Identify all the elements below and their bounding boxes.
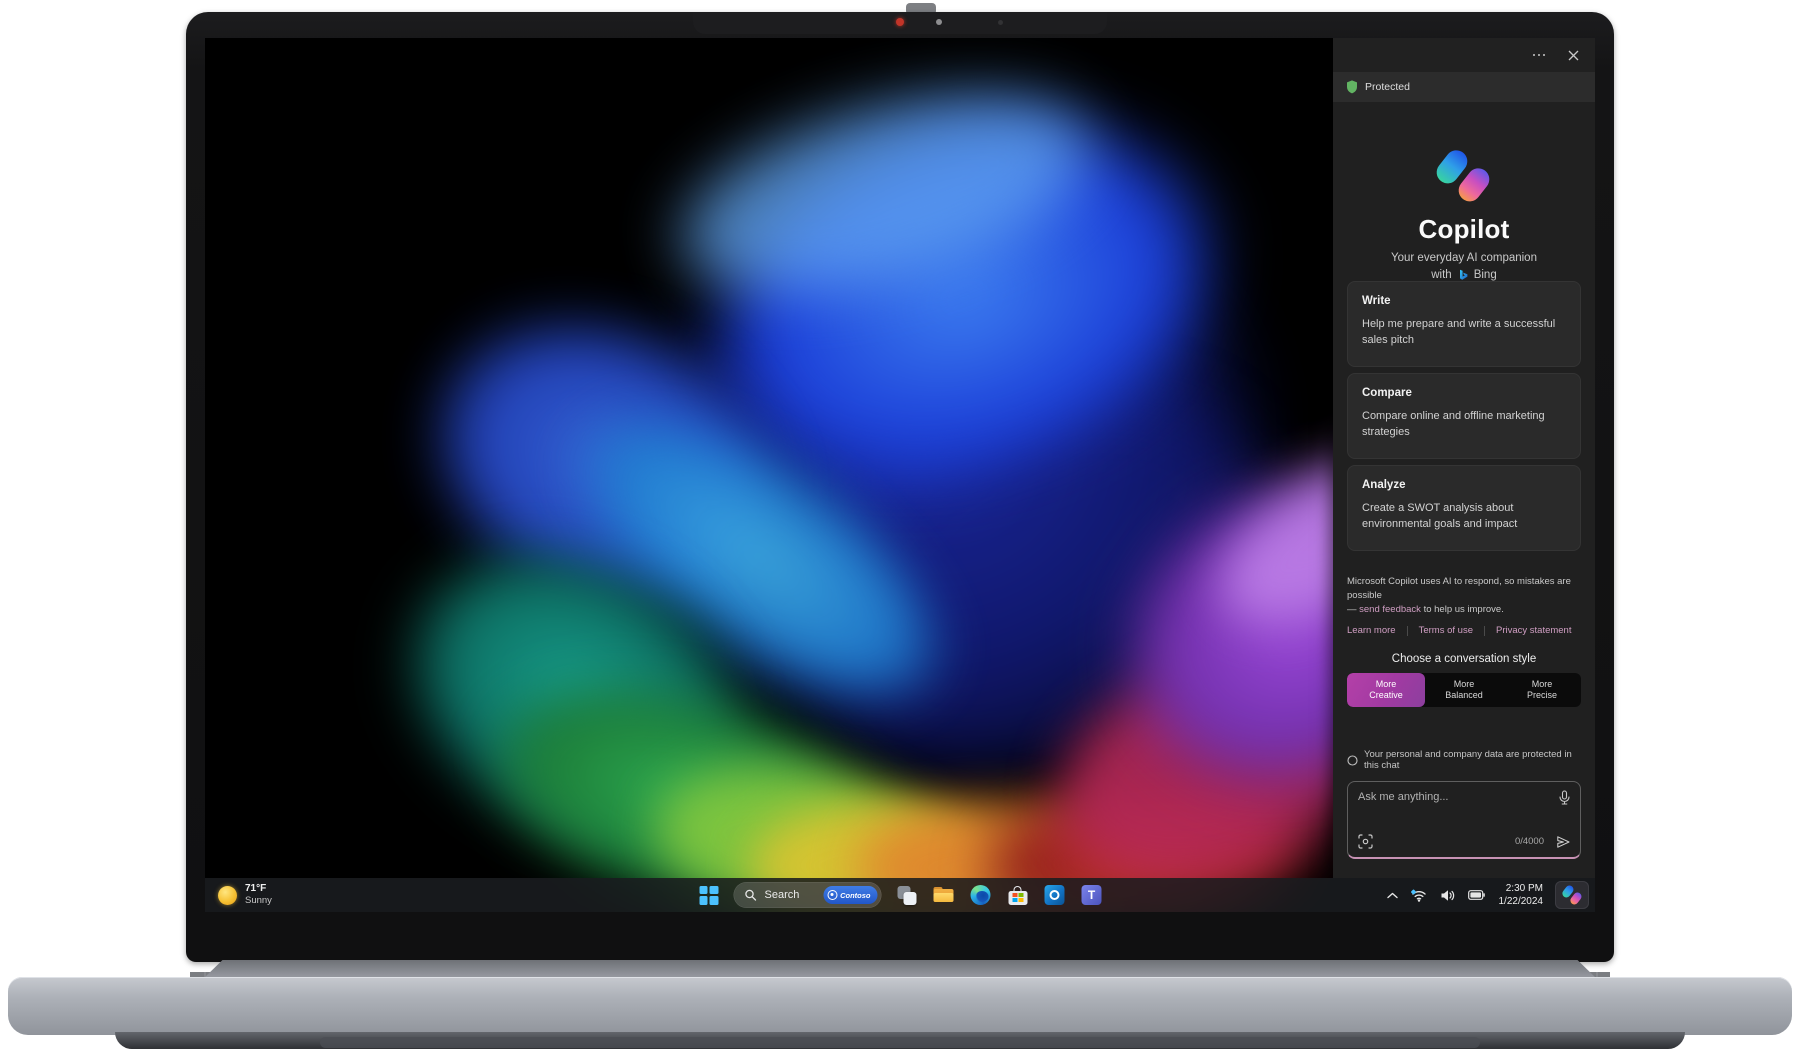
protected-banner: Protected xyxy=(1333,72,1595,102)
conversation-style-toggle: MoreCreative MoreBalanced MorePrecise xyxy=(1347,673,1581,707)
microsoft-store-button[interactable] xyxy=(1006,882,1030,908)
file-explorer-button[interactable] xyxy=(932,882,956,908)
weather-temperature: 71°F xyxy=(245,883,272,895)
copilot-tray-button[interactable] xyxy=(1555,881,1589,909)
learn-more-link[interactable]: Learn more xyxy=(1347,625,1396,636)
data-protection-note: Your personal and company data are prote… xyxy=(1347,749,1581,771)
contoso-logo-icon xyxy=(827,890,837,900)
tray-date: 1/22/2024 xyxy=(1499,895,1544,908)
terms-of-use-link[interactable]: Terms of use xyxy=(1419,625,1473,636)
card-description: Help me prepare and write a successful s… xyxy=(1362,317,1566,349)
with-bing-row: with Bing xyxy=(1347,269,1581,281)
windows-icon xyxy=(699,886,718,905)
product-photo-stage: Protected Copilot Your everyday AI compa… xyxy=(0,0,1800,1050)
outlook-icon xyxy=(1045,885,1065,905)
volume-icon[interactable] xyxy=(1438,887,1457,904)
outlook-button[interactable] xyxy=(1043,882,1067,908)
folder-icon xyxy=(934,887,954,903)
camera-lens xyxy=(936,19,942,25)
teams-icon: T xyxy=(1082,885,1102,905)
teams-button[interactable]: T xyxy=(1080,882,1104,908)
search-icon xyxy=(745,889,757,901)
suggestion-card-compare[interactable]: Compare Compare online and offline marke… xyxy=(1347,373,1581,459)
store-icon xyxy=(1008,886,1027,905)
contoso-badge: Contoso xyxy=(823,886,877,904)
chat-input-box[interactable]: 0/4000 xyxy=(1347,781,1581,859)
copilot-subtitle: Your everyday AI companion xyxy=(1347,252,1581,264)
suggestion-card-write[interactable]: Write Help me prepare and write a succes… xyxy=(1347,281,1581,367)
clock[interactable]: 2:30 PM 1/22/2024 xyxy=(1496,882,1547,908)
privacy-statement-link[interactable]: Privacy statement xyxy=(1496,625,1572,636)
send-feedback-link[interactable]: send feedback xyxy=(1359,604,1421,615)
camera-led xyxy=(896,18,904,26)
edge-icon xyxy=(971,885,991,905)
camera-ir-sensor xyxy=(998,20,1003,25)
task-view-icon xyxy=(897,886,916,905)
card-title: Analyze xyxy=(1362,479,1566,491)
style-more-creative[interactable]: MoreCreative xyxy=(1347,673,1425,707)
card-title: Compare xyxy=(1362,387,1566,399)
search-box[interactable]: Search Contoso xyxy=(734,882,882,908)
more-options-icon[interactable] xyxy=(1529,50,1550,61)
wifi-icon[interactable] xyxy=(1409,887,1429,904)
taskbar: 71°F Sunny Search Contoso xyxy=(205,878,1595,912)
protection-circle-icon xyxy=(1347,755,1358,766)
microphone-icon[interactable] xyxy=(1558,790,1571,805)
ai-disclaimer: Microsoft Copilot uses AI to respond, so… xyxy=(1347,575,1581,616)
copilot-icon xyxy=(1562,885,1582,905)
taskbar-center: Search Contoso xyxy=(697,878,1104,912)
close-icon[interactable] xyxy=(1565,47,1581,63)
disclaimer-suffix: to help us improve. xyxy=(1421,604,1504,615)
copilot-logo-icon xyxy=(1436,148,1492,204)
task-view-button[interactable] xyxy=(895,882,919,908)
character-counter: 0/4000 xyxy=(1515,836,1544,847)
chat-input[interactable] xyxy=(1358,791,1543,825)
tray-chevron-up-icon[interactable] xyxy=(1385,890,1400,901)
weather-condition: Sunny xyxy=(245,895,272,906)
laptop-base xyxy=(8,977,1792,1035)
disclaimer-dash: — xyxy=(1347,604,1359,615)
disclaimer-line1: Microsoft Copilot uses AI to respond, so… xyxy=(1347,576,1571,601)
screenshot-lens-icon[interactable] xyxy=(1358,834,1373,849)
card-description: Compare online and offline marketing str… xyxy=(1362,409,1566,441)
sun-icon xyxy=(218,886,237,905)
system-tray: 2:30 PM 1/22/2024 xyxy=(1385,878,1590,912)
copilot-panel: Protected Copilot Your everyday AI compa… xyxy=(1333,38,1595,878)
start-button[interactable] xyxy=(697,882,721,908)
search-label: Search xyxy=(765,889,816,901)
battery-icon[interactable] xyxy=(1466,888,1487,902)
laptop-front-lip xyxy=(320,1037,1480,1048)
shield-icon xyxy=(1346,80,1358,94)
edge-button[interactable] xyxy=(969,882,993,908)
suggestion-card-analyze[interactable]: Analyze Create a SWOT analysis about env… xyxy=(1347,465,1581,551)
copilot-panel-header xyxy=(1333,38,1595,72)
bing-icon xyxy=(1457,269,1469,281)
card-description: Create a SWOT analysis about environment… xyxy=(1362,501,1566,533)
copilot-panel-body: Copilot Your everyday AI companion with … xyxy=(1333,102,1595,878)
style-more-precise[interactable]: MorePrecise xyxy=(1503,673,1581,707)
with-label: with xyxy=(1431,269,1451,281)
style-more-balanced[interactable]: MoreBalanced xyxy=(1425,673,1503,707)
bing-label: Bing xyxy=(1474,269,1497,281)
protected-label: Protected xyxy=(1365,81,1410,93)
copilot-title: Copilot xyxy=(1347,214,1581,245)
card-title: Write xyxy=(1362,295,1566,307)
conversation-style-heading: Choose a conversation style xyxy=(1347,653,1581,665)
send-icon[interactable] xyxy=(1555,834,1571,850)
tray-time: 2:30 PM xyxy=(1499,882,1544,895)
laptop-screen: Protected Copilot Your everyday AI compa… xyxy=(205,38,1595,912)
footer-links: Learn more Terms of use Privacy statemen… xyxy=(1347,625,1581,636)
weather-widget[interactable]: 71°F Sunny xyxy=(212,880,278,910)
